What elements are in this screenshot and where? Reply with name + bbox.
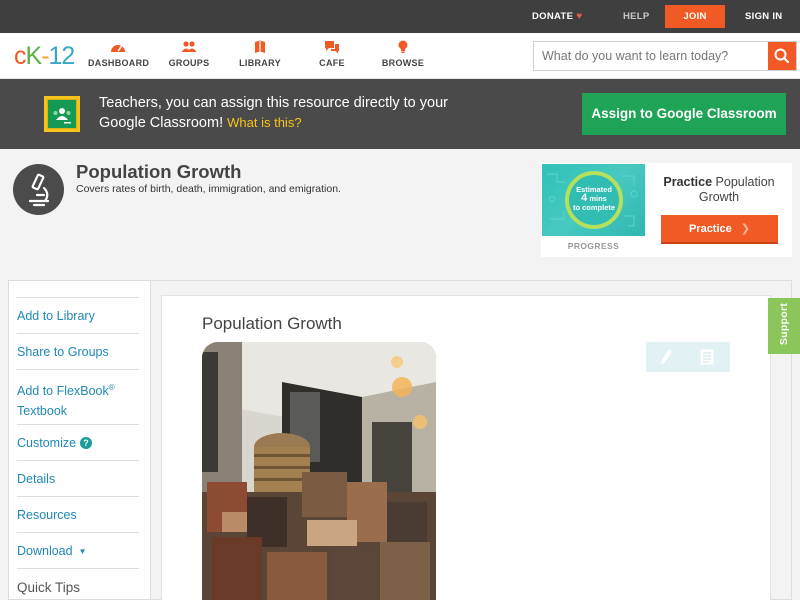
concept-title: Population Growth (76, 161, 242, 182)
sidebar-resources[interactable]: Resources (17, 496, 139, 532)
donate-label: DONATE (532, 11, 574, 22)
microscope-icon (13, 164, 64, 215)
sidebar-share-to-groups[interactable]: Share to Groups (17, 333, 139, 369)
groups-icon (181, 41, 197, 52)
sidebar-add-to-flexbook[interactable]: Add to FlexBook® Textbook (17, 369, 139, 424)
what-is-this-link[interactable]: What is this? (227, 115, 301, 130)
logo-c: c (14, 42, 26, 70)
banner-message: Teachers, you can assign this resource d… (99, 93, 459, 133)
sidebar-add-to-library-label: Add to Library (17, 309, 95, 323)
estimated-time-ring: Estimated 4 mins to complete (565, 171, 623, 229)
google-classroom-banner: Teachers, you can assign this resource d… (0, 79, 800, 149)
search-box (533, 41, 797, 71)
ring-to-complete: to complete (572, 203, 616, 212)
main-nav: cK-12 DASHBOARD GROUPS LIBRARY CAFE BROW… (0, 33, 800, 79)
ck12-logo[interactable]: cK-12 (14, 42, 76, 71)
sidebar-add-to-library[interactable]: Add to Library (17, 297, 139, 333)
sidebar-quick-tips[interactable]: Quick Tips (17, 568, 139, 600)
ring-mins: mins (589, 194, 607, 203)
sidebar-flexbook-label: Add to FlexBook (17, 384, 109, 399)
assign-google-classroom-button[interactable]: Assign to Google Classroom (582, 93, 786, 135)
sidebar-flexbook-label-2: Textbook (17, 404, 68, 419)
dashboard-icon (111, 45, 125, 52)
search-icon (774, 48, 790, 64)
sidebar-customize-label: Customize (17, 436, 77, 450)
sidebar-download-label: Download (17, 544, 73, 558)
nav-library-label: LIBRARY (239, 58, 281, 68)
sidebar-download[interactable]: Download ▼ (17, 532, 139, 568)
practice-card: Estimated 4 mins to complete PROGRESS Pr… (541, 163, 792, 257)
support-label: Support (778, 302, 790, 346)
browse-icon (398, 40, 408, 54)
sidebar: Add to Library Share to Groups Add to Fl… (8, 280, 150, 600)
lesson-title: Population Growth (202, 314, 342, 333)
donate-link[interactable]: DONATE ♥ (532, 0, 582, 33)
practice-title: Practice Population Growth (651, 175, 787, 205)
nav-browse-label: BROWSE (381, 58, 425, 68)
support-tab[interactable]: Support (768, 298, 800, 354)
heart-icon: ♥ (576, 11, 583, 22)
chevron-right-icon: ❯ (740, 223, 751, 235)
nav-dashboard[interactable]: DASHBOARD (88, 40, 150, 76)
practice-button-label: Practice (688, 223, 732, 235)
concept-description: Covers rates of birth, death, immigratio… (76, 183, 341, 195)
library-icon (255, 40, 265, 53)
search-input[interactable] (534, 42, 769, 70)
sign-in-link[interactable]: SIGN IN (745, 0, 782, 33)
nav-browse[interactable]: BROWSE (381, 40, 425, 76)
top-utility-bar: DONATE ♥ HELP JOIN SIGN IN (0, 0, 800, 33)
sidebar-details-label: Details (17, 472, 56, 486)
nav-cafe[interactable]: CAFE (316, 40, 348, 76)
nav-groups-label: GROUPS (168, 58, 210, 68)
logo-dash: - (41, 42, 49, 70)
search-button[interactable] (768, 42, 796, 70)
help-link[interactable]: HELP (623, 0, 650, 33)
nav-dashboard-label: DASHBOARD (88, 58, 150, 68)
pencil-icon[interactable] (659, 348, 673, 366)
nav-library[interactable]: LIBRARY (238, 40, 282, 76)
progress-label: PROGRESS (567, 241, 620, 251)
cafe-icon (325, 41, 339, 54)
ring-estimated: Estimated (576, 185, 612, 194)
nav-cafe-label: CAFE (319, 58, 345, 68)
notes-icon[interactable] (700, 349, 714, 365)
join-button[interactable]: JOIN (665, 5, 725, 28)
sidebar-details[interactable]: Details (17, 460, 139, 496)
lesson-photo-luggage (202, 342, 436, 600)
sidebar-resources-label: Resources (17, 508, 77, 522)
caret-down-icon: ▼ (78, 547, 87, 556)
help-question-icon[interactable]: ? (80, 437, 93, 449)
logo-12: 12 (48, 42, 76, 70)
logo-k: K (25, 42, 43, 70)
practice-title-bold: Practice (663, 175, 713, 189)
practice-progress-graphic: Estimated 4 mins to complete (542, 164, 645, 236)
content-tools (646, 342, 730, 372)
sidebar-quick-tips-label: Quick Tips (17, 580, 81, 595)
registered-mark: ® (108, 383, 115, 392)
sidebar-share-to-groups-label: Share to Groups (17, 345, 109, 359)
google-classroom-icon (44, 96, 80, 132)
practice-button[interactable]: Practice ❯ (661, 215, 778, 244)
nav-groups[interactable]: GROUPS (166, 40, 212, 76)
sidebar-customize[interactable]: Customize? (17, 424, 139, 460)
